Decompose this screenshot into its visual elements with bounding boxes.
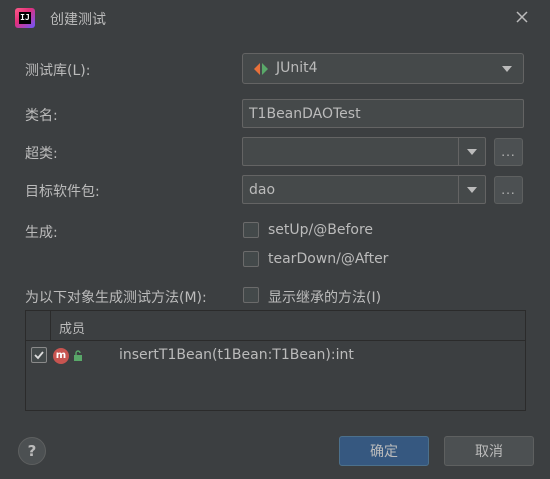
teardown-label[interactable]: tearDown/@After — [268, 251, 388, 267]
superclass-browse-button[interactable]: ... — [494, 138, 523, 166]
header-divider — [50, 311, 51, 340]
public-lock-icon — [74, 350, 82, 361]
library-dropdown[interactable]: JUnit4 — [242, 53, 524, 84]
table-header: 成员 — [26, 311, 525, 341]
close-icon[interactable] — [514, 9, 530, 25]
library-value: JUnit4 — [276, 60, 318, 76]
teardown-checkbox[interactable] — [243, 251, 259, 267]
ok-button[interactable]: 确定 — [339, 436, 429, 466]
table-row[interactable]: m insertT1Bean(t1Bean:T1Bean):int — [26, 341, 525, 371]
dialog-title: 创建测试 — [50, 12, 106, 28]
package-browse-button[interactable]: ... — [494, 176, 523, 204]
method-signature: insertT1Bean(t1Bean:T1Bean):int — [119, 347, 354, 363]
library-label: 测试库(L): — [25, 63, 91, 79]
chevron-down-icon — [467, 148, 477, 155]
show-inherited-label[interactable]: 显示继承的方法(I) — [268, 287, 381, 307]
chevron-down-icon — [467, 186, 477, 193]
classname-label: 类名: — [25, 108, 58, 124]
setup-checkbox[interactable] — [243, 222, 259, 238]
methods-label: 为以下对象生成测试方法(M): — [25, 290, 207, 306]
checkmark-icon — [34, 351, 44, 360]
cancel-button[interactable]: 取消 — [444, 436, 534, 466]
superclass-field[interactable] — [242, 137, 459, 166]
method-icon: m — [53, 348, 69, 364]
generate-label: 生成: — [25, 225, 58, 241]
package-field[interactable]: dao — [242, 175, 459, 204]
row-checkbox[interactable] — [31, 347, 47, 363]
package-dropdown-button[interactable] — [458, 175, 486, 204]
intellij-app-icon: IJ — [15, 8, 35, 28]
help-button[interactable]: ? — [18, 437, 46, 465]
superclass-dropdown-button[interactable] — [458, 137, 486, 166]
chevron-down-icon — [502, 66, 512, 72]
title-bar: IJ 创建测试 — [0, 0, 550, 36]
classname-field[interactable]: T1BeanDAOTest — [242, 99, 524, 128]
setup-label[interactable]: setUp/@Before — [268, 222, 373, 238]
members-table: 成员 m insertT1Bean(t1Bean:T1Bean):int — [25, 310, 526, 411]
junit-icon — [254, 63, 268, 75]
package-label: 目标软件包: — [25, 184, 100, 200]
members-column-header[interactable]: 成员 — [59, 318, 85, 337]
show-inherited-checkbox[interactable] — [243, 287, 259, 303]
superclass-label: 超类: — [25, 146, 58, 162]
